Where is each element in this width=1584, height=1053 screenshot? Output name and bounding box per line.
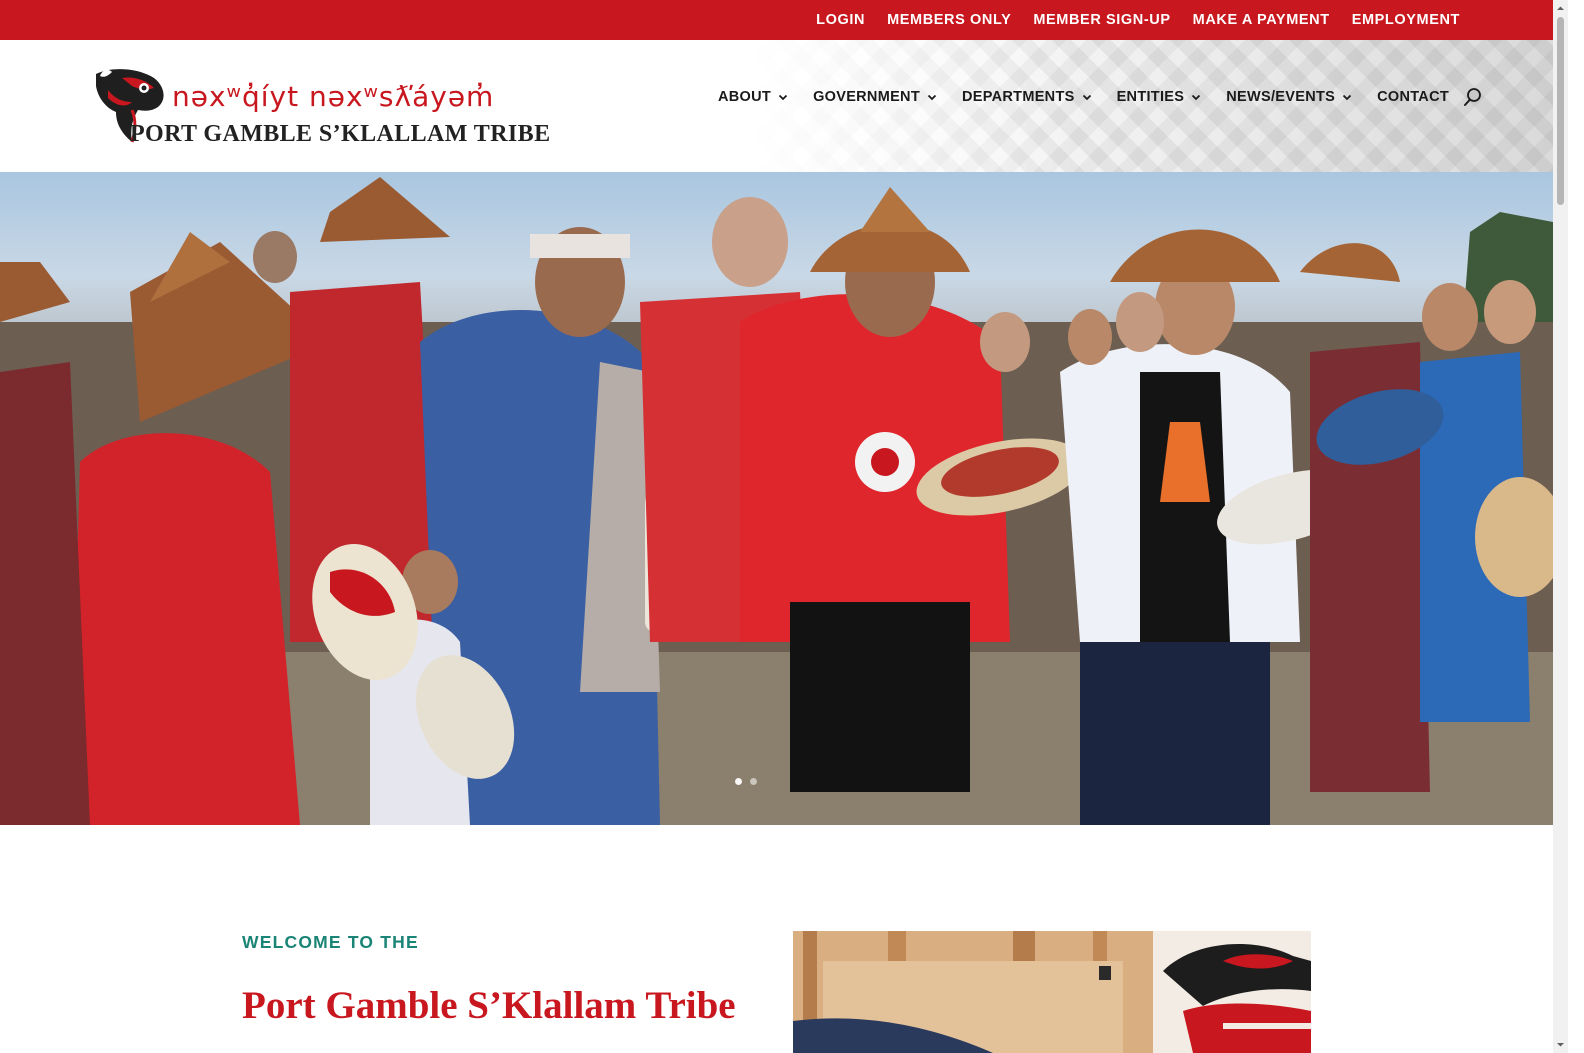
nav-item-label: DEPARTMENTS [961,89,1075,105]
nav-item-departments[interactable]: DEPARTMENTS [962,89,1093,105]
chevron-down-icon [927,94,937,101]
site-logo[interactable]: nəxʷq̓íyt nəxʷsƛ̕áyəm̓ PORT GAMBLE S’KLA… [92,64,550,148]
hero-photo [0,177,1553,825]
nav-item-about[interactable]: ABOUT [718,89,789,105]
main-navigation: ABOUT GOVERNMENT DEPARTMENTS ENTITIES NE… [718,87,1483,107]
nav-item-label: ENTITIES [1116,89,1185,105]
chevron-down-icon [1342,94,1352,101]
longhouse-image [793,931,1311,1053]
nav-item-entities[interactable]: ENTITIES [1117,89,1203,105]
logo-tribe-name: PORT GAMBLE S’KLALLAM TRIBE [130,121,551,147]
site-header: nəxʷq̓íyt nəxʷsƛ̕áyəm̓ PORT GAMBLE S’KLA… [0,40,1568,172]
slider-dot[interactable] [750,778,757,785]
nav-item-news-events[interactable]: NEWS/EVENTS [1226,89,1353,105]
scroll-up-icon[interactable] [1556,4,1565,13]
page-scrollbar[interactable] [1553,0,1568,1053]
nav-item-label: CONTACT [1377,89,1449,105]
welcome-title: Port Gamble S’Klallam Tribe [242,984,736,1027]
longhouse-photo [793,931,1311,1053]
chevron-down-icon [1082,94,1091,101]
slider-dot[interactable] [735,778,742,785]
nav-item-label: NEWS/EVENTS [1226,89,1336,105]
nav-item-label: GOVERNMENT [813,89,920,105]
logo-native-name: nəxʷq̓íyt nəxʷsƛ̕áyəm̓ [172,80,495,113]
nav-item-government[interactable]: GOVERNMENT [813,89,938,105]
scroll-down-icon[interactable] [1556,1040,1565,1049]
search-icon[interactable] [1463,87,1483,107]
chevron-down-icon [778,94,788,101]
top-utility-bar: LOGIN MEMBERS ONLY MEMBER SIGN-UP MAKE A… [0,0,1568,40]
hero-image-slider[interactable] [0,172,1553,825]
employment-link[interactable]: EMPLOYMENT [1352,12,1460,28]
make-a-payment-link[interactable]: MAKE A PAYMENT [1193,12,1330,28]
slider-pagination [735,778,757,785]
members-only-link[interactable]: MEMBERS ONLY [887,12,1011,28]
member-sign-up-link[interactable]: MEMBER SIGN-UP [1033,12,1170,28]
chevron-down-icon [1192,94,1201,101]
nav-item-label: ABOUT [718,89,772,105]
scrollbar-thumb[interactable] [1557,17,1564,205]
welcome-eyebrow: WELCOME TO THE [242,932,419,952]
nav-item-contact[interactable]: CONTACT [1377,89,1449,105]
login-link[interactable]: LOGIN [816,12,865,28]
